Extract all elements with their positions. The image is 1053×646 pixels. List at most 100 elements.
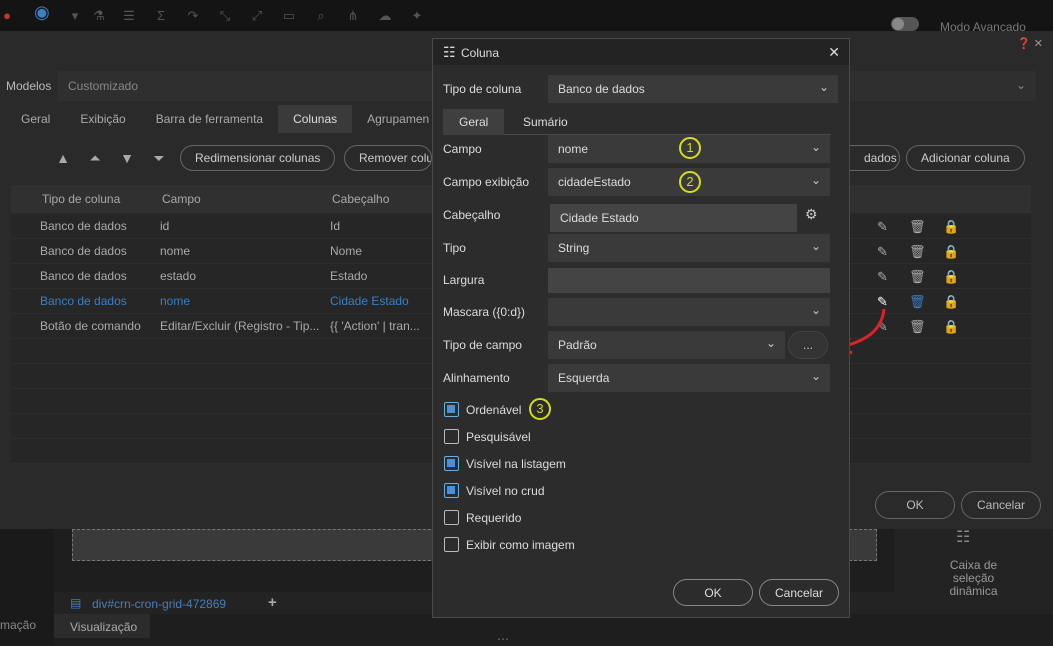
tab-geral[interactable]: Geral <box>6 105 65 133</box>
annotation-2: 2 <box>679 171 701 193</box>
row-tipo: Banco de dados <box>40 219 127 233</box>
visivel-listagem-checkbox[interactable] <box>444 456 459 471</box>
row-cabecalho: Id <box>330 219 341 233</box>
tipo-campo-value: Padrão <box>558 338 597 352</box>
trash-icon[interactable]: 🗑 <box>909 269 926 285</box>
tab-exibicao[interactable]: Exibição <box>65 105 140 133</box>
chevron-down-icon: ⌄ <box>810 369 821 383</box>
resize-columns-button[interactable]: Redimensionar colunas <box>180 145 336 171</box>
pesquisavel-checkbox[interactable] <box>444 429 459 444</box>
top-toolbar: ● ◉ ▾ ⚗ ☰ Σ ↷ ⤡ ⤢ ▭ ⌕ ⋔ ☁ ✦ Modo Avançad… <box>0 0 1053 34</box>
tab-sumario[interactable]: Sumário <box>507 109 584 135</box>
tipo-select[interactable]: String ⌄ <box>548 234 830 262</box>
row-campo: id <box>160 219 170 233</box>
add-tab-icon[interactable]: + <box>268 594 277 611</box>
globe-icon[interactable]: ◉ <box>34 3 50 21</box>
dados-button[interactable]: dados <box>850 145 900 171</box>
trash-icon[interactable]: 🗑 <box>909 219 926 235</box>
lock-icon[interactable]: 🔒 <box>943 319 959 335</box>
visivel-crud-checkbox[interactable] <box>444 483 459 498</box>
sigma-icon[interactable]: Σ <box>154 9 168 23</box>
dialog-title-bar: ☷ Coluna ✕ <box>433 39 849 65</box>
lock-icon[interactable]: 🔒 <box>943 219 959 235</box>
query-icon[interactable]: ⌕ <box>314 9 328 23</box>
exibir-imagem-checkbox[interactable] <box>444 537 459 552</box>
chevron-down-icon[interactable]: ▾ <box>68 9 82 23</box>
row-campo: estado <box>160 269 197 283</box>
terminal-icon[interactable]: ▭ <box>282 9 296 23</box>
trash-icon[interactable]: 🗑 <box>909 319 926 335</box>
move-down-icon[interactable]: ▼ <box>119 150 135 166</box>
row-tipo: Banco de dados <box>40 269 127 283</box>
tab-agrupamento[interactable]: Agrupamen <box>352 105 444 133</box>
row-tipo: Banco de dados <box>40 294 127 308</box>
cabecalho-input[interactable]: Cidade Estado <box>550 204 797 232</box>
list-check-icon[interactable]: ☰ <box>122 9 136 23</box>
tab-geral[interactable]: Geral <box>443 109 505 135</box>
ordenavel-checkbox[interactable] <box>444 402 459 417</box>
requerido-checkbox[interactable] <box>444 510 459 525</box>
edit-icon[interactable]: ✎ <box>877 219 888 235</box>
campo-exibicao-label: Campo exibição <box>443 175 530 189</box>
flask-icon[interactable]: ⚗ <box>92 9 106 23</box>
cancel-button[interactable]: Cancelar <box>759 579 839 606</box>
record-icon[interactable]: ● <box>0 9 14 23</box>
lock-icon[interactable]: 🔒 <box>943 269 959 285</box>
trash-icon[interactable]: 🗑 <box>909 294 926 310</box>
visivel-crud-label: Visível no crud <box>466 484 545 498</box>
background-ok-button[interactable]: OK <box>875 491 955 519</box>
component-tab[interactable]: div#crn-cron-grid-472869 <box>92 597 226 611</box>
chevron-down-icon: ⌄ <box>810 239 821 253</box>
magic-icon[interactable]: ✦ <box>410 9 424 23</box>
lock-icon[interactable]: 🔒 <box>943 244 959 260</box>
tab-colunas[interactable]: Colunas <box>278 105 353 133</box>
header-campo: Campo <box>162 192 201 206</box>
sitemap-icon[interactable]: ⋔ <box>346 9 360 23</box>
row-cabecalho: {{ 'Action' | tran... <box>330 319 420 333</box>
tipo-campo-options-button[interactable]: ... <box>788 331 828 359</box>
alinhamento-select[interactable]: Esquerda ⌄ <box>548 364 830 392</box>
add-column-button[interactable]: Adicionar coluna <box>906 145 1025 171</box>
background-cancel-button[interactable]: Cancelar <box>961 491 1041 519</box>
chevron-down-icon: ⌄ <box>810 173 821 187</box>
lock-icon[interactable]: 🔒 <box>943 294 959 310</box>
help-close-icons[interactable]: ❓ ✕ <box>1017 37 1043 50</box>
annotation-1: 1 <box>679 137 701 159</box>
modelos-label: Modelos <box>6 79 52 93</box>
expand-icon[interactable]: ⤢ <box>250 9 264 23</box>
move-up-icon[interactable]: ▲ <box>55 150 71 166</box>
close-icon[interactable]: ✕ <box>828 44 840 61</box>
edit-icon[interactable]: ✎ <box>877 244 888 260</box>
more-icon[interactable]: ⋯ <box>497 632 509 646</box>
redo-icon[interactable]: ↷ <box>186 9 200 23</box>
chevron-down-icon: ⌄ <box>818 80 829 94</box>
column-dialog: ☷ Coluna ✕ Tipo de coluna Banco de dados… <box>432 38 850 618</box>
campo-label: Campo <box>443 142 482 156</box>
chevron-down-icon: ⌄ <box>810 303 821 317</box>
compress-icon[interactable]: ⤡ <box>218 9 232 23</box>
header-cabecalho: Cabeçalho <box>332 192 390 206</box>
ok-button[interactable]: OK <box>673 579 753 606</box>
row-campo: nome <box>160 244 191 258</box>
caixa-selecao-widget[interactable]: ☷ Caixa de seleção dinâmica <box>894 529 1053 614</box>
row-tipo: Banco de dados <box>40 244 127 258</box>
cabecalho-label: Cabeçalho <box>443 208 501 222</box>
move-top-icon[interactable]: ⏶ <box>87 150 103 166</box>
translate-icon[interactable]: ⚙ <box>805 206 818 223</box>
edit-icon[interactable]: ✎ <box>877 269 888 285</box>
visualizacao-tab[interactable]: Visualização <box>54 614 150 638</box>
tipo-coluna-value: Banco de dados <box>558 82 645 96</box>
tipo-campo-label: Tipo de campo <box>443 338 522 352</box>
tipo-campo-select[interactable]: Padrão ⌄ <box>548 331 785 359</box>
advanced-mode-toggle[interactable] <box>891 17 919 31</box>
move-bottom-icon[interactable]: ⏷ <box>151 150 167 166</box>
largura-input[interactable] <box>548 268 830 293</box>
cloud-icon[interactable]: ☁ <box>378 9 392 23</box>
trash-icon[interactable]: 🗑 <box>909 244 926 260</box>
row-cabecalho: Cidade Estado <box>330 294 409 308</box>
tipo-coluna-select[interactable]: Banco de dados ⌄ <box>548 75 838 103</box>
mascara-select[interactable]: ⌄ <box>548 298 830 326</box>
tab-barra-ferramenta[interactable]: Barra de ferramenta <box>141 105 278 133</box>
remove-column-button[interactable]: Remover colu <box>344 145 432 171</box>
pesquisavel-label: Pesquisável <box>466 430 531 444</box>
